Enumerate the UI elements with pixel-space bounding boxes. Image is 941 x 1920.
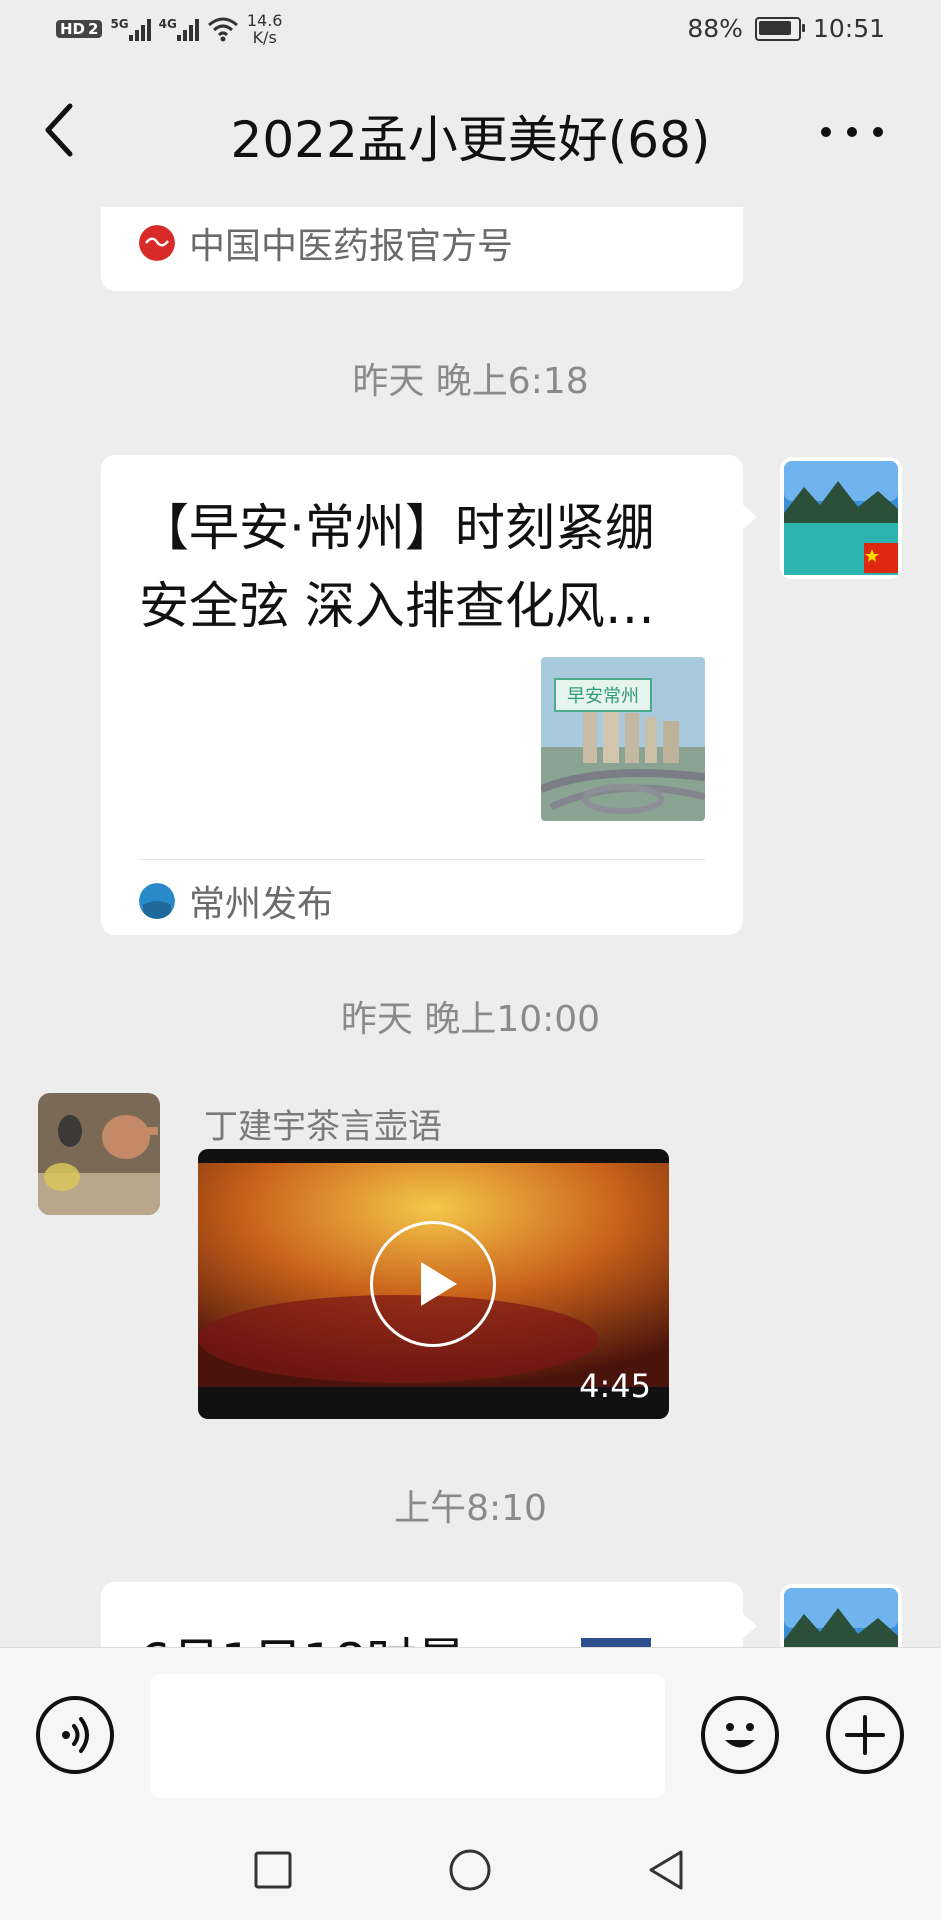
my-avatar[interactable] — [780, 457, 902, 579]
page-title: 2022孟小更美好(68) — [230, 111, 711, 169]
wifi-icon — [207, 17, 238, 42]
article-thumbnail: 早安常州 — [541, 657, 705, 821]
timestamp: 昨天 晚上6:18 — [352, 361, 589, 402]
signal-5g: 5G — [110, 17, 151, 41]
sender-avatar[interactable] — [38, 1093, 160, 1215]
emoji-icon — [725, 1723, 755, 1748]
video-message[interactable]: 4:45 — [198, 1149, 669, 1419]
bubble-tail — [741, 503, 757, 531]
my-avatar[interactable] — [780, 1584, 902, 1647]
article-source: 中国中医药报官方号 — [139, 217, 513, 269]
status-left: HD 2 5G 4G 14.6 K/s — [56, 12, 282, 46]
status-bar: HD 2 5G 4G 14.6 K/s 88% 10:51 — [0, 0, 941, 62]
article-source: 常州发布 — [139, 875, 333, 927]
system-nav-bar — [0, 1820, 941, 1920]
city-image: 早安常州 — [541, 657, 705, 821]
input-bar — [0, 1647, 941, 1821]
recent-apps-icon[interactable] — [253, 1850, 293, 1890]
play-button[interactable] — [370, 1221, 496, 1347]
divider — [139, 859, 705, 860]
avatar-image — [780, 1584, 902, 1647]
plus-icon — [845, 1715, 885, 1755]
voice-button[interactable] — [36, 1696, 114, 1774]
message-input[interactable] — [150, 1674, 665, 1798]
status-right: 88% 10:51 — [687, 14, 885, 43]
clock: 10:51 — [812, 14, 885, 43]
timestamp: 昨天 晚上10:00 — [340, 999, 601, 1040]
home-icon[interactable] — [448, 1848, 492, 1892]
more-button[interactable] — [821, 122, 883, 142]
bubble-tail — [741, 1612, 757, 1640]
article-title: 【早安·常州】时刻紧绷安全弦 深入排查化风… — [139, 499, 655, 635]
sender-name: 丁建宇茶言壶语 — [204, 1107, 442, 1147]
title-bar: 2022孟小更美好(68) — [0, 62, 941, 207]
battery-icon — [754, 16, 805, 41]
article-card-partial[interactable]: 中国中医药报官方号 — [101, 207, 743, 291]
article-title: 6月1日18时最 — [139, 1622, 466, 1647]
plus-button[interactable] — [826, 1696, 904, 1774]
chat-area[interactable]: 中国中医药报官方号 昨天 晚上6:18 【早安·常州】时刻紧绷安全弦 深入排查化… — [0, 207, 941, 1647]
avatar-image — [780, 457, 902, 579]
emoji-button[interactable] — [701, 1696, 779, 1774]
signal-4g: 4G — [159, 17, 199, 41]
network-speed: 14.6 K/s — [246, 11, 283, 47]
more-icon — [821, 127, 831, 137]
article-card-partial[interactable]: 6月1日18时最 — [101, 1582, 757, 1647]
article-thumbnail — [581, 1638, 651, 1647]
cnmn-logo — [139, 225, 175, 261]
video-duration: 4:45 — [579, 1367, 651, 1405]
back-nav-icon[interactable] — [646, 1848, 686, 1892]
battery-percent: 88% — [687, 14, 743, 43]
article-card[interactable]: 【早安·常州】时刻紧绷安全弦 深入排查化风… 早安常州 常州发布 — [101, 455, 757, 935]
voice-icon — [62, 1717, 89, 1753]
signal-icon — [176, 17, 199, 41]
play-icon — [421, 1262, 457, 1306]
thumbnail-caption: 早安常州 — [567, 686, 639, 707]
avatar-image — [38, 1093, 160, 1215]
signal-icon — [128, 17, 151, 41]
hd-badge: HD 2 — [56, 20, 103, 38]
changzhou-logo — [139, 883, 175, 919]
timestamp: 上午8:10 — [394, 1488, 547, 1529]
